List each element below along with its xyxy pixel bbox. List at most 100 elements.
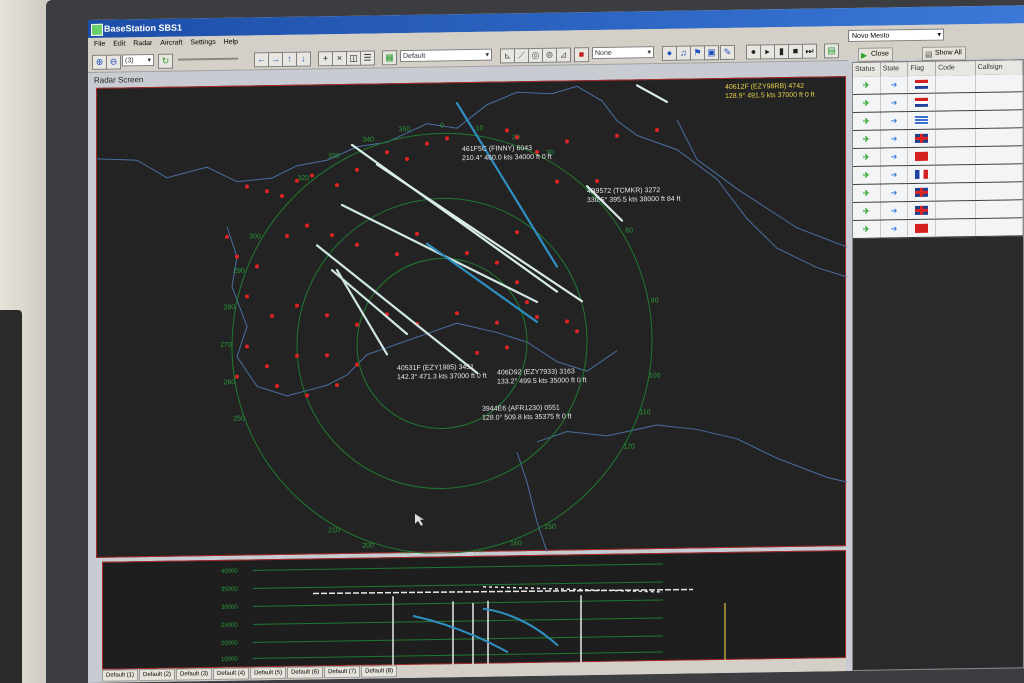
columns-icon[interactable]: ◫ <box>346 50 361 66</box>
tab-default-2[interactable]: Default (2) <box>139 668 176 682</box>
aircraft-list[interactable]: Status State Flag Code Callsign ✈ ➜ ✈ ➜ ✈ ➜ ✈ ➜… <box>852 59 1024 671</box>
map-icon[interactable]: ▤ <box>824 43 839 59</box>
status-plane-icon: ✈ <box>853 112 881 130</box>
aircraft-label[interactable]: 406D92 (EZY7933) 3163 <box>497 368 575 376</box>
menu-help[interactable]: Help <box>224 39 238 46</box>
skip-icon[interactable]: ⏭ <box>802 43 817 59</box>
column-status[interactable]: Status <box>853 62 881 77</box>
waypoint-marker <box>245 344 249 349</box>
ruler2-icon[interactable]: ⊿ <box>556 47 571 63</box>
show-all-button[interactable]: ▤ Show All <box>922 46 966 61</box>
zoom-select[interactable]: (3) <box>122 53 154 67</box>
state-arrow-icon: ➜ <box>880 202 909 220</box>
pan-down-icon[interactable]: ↓ <box>296 51 311 67</box>
radar-map[interactable]: 3403500102030608010011012015016017018019… <box>96 77 848 562</box>
waypoint-marker <box>270 314 274 319</box>
column-state[interactable]: State <box>880 62 909 77</box>
record-icon[interactable]: ● <box>746 44 761 60</box>
stop-icon[interactable]: ■ <box>788 43 803 60</box>
tab-default-4[interactable]: Default (4) <box>213 667 250 681</box>
alert-icon[interactable]: ⚑ <box>690 45 705 61</box>
rows-icon[interactable]: ☰ <box>360 50 375 66</box>
waypoint-marker <box>355 242 359 247</box>
waypoint-marker <box>275 384 279 389</box>
add-icon[interactable]: + <box>318 51 333 67</box>
column-code[interactable]: Code <box>936 61 976 76</box>
globe-icon[interactable]: ● <box>662 45 677 61</box>
plot-icon[interactable]: ⟋ <box>514 48 529 64</box>
country-flag-icon <box>915 115 929 126</box>
waypoint-marker <box>405 156 409 161</box>
waypoint-marker <box>495 260 499 265</box>
menu-edit[interactable]: Edit <box>113 40 125 47</box>
tab-default-7[interactable]: Default (7) <box>324 665 361 679</box>
menu-settings[interactable]: Settings <box>190 39 215 46</box>
pan-up-icon[interactable]: ↑ <box>282 51 297 67</box>
profile-select[interactable]: Default <box>400 48 492 63</box>
app-icon <box>91 23 103 36</box>
aircraft-label[interactable]: 461F5C (FINNY) 6043 <box>462 145 532 153</box>
color-icon[interactable]: ■ <box>574 47 589 63</box>
code-cell <box>936 93 976 111</box>
tab-default-5[interactable]: Default (5) <box>250 666 287 680</box>
menu-aircraft[interactable]: Aircraft <box>160 40 182 47</box>
sound-icon[interactable]: ♫ <box>676 45 691 61</box>
tab-default-8[interactable]: Default (8) <box>361 665 398 678</box>
waypoint-marker <box>595 179 599 184</box>
close-button[interactable]: ▶ Close <box>858 47 893 62</box>
pan-left-icon[interactable]: ← <box>254 52 269 68</box>
capture-icon[interactable]: ▣ <box>704 45 719 61</box>
aircraft-label[interactable]: 4B9572 (TCMKR) 3272 <box>587 187 660 195</box>
tab-default-1[interactable]: Default (1) <box>102 669 139 682</box>
callsign-cell <box>975 128 1023 147</box>
waypoint-marker <box>385 150 389 155</box>
altitude-label: 10000 <box>221 657 238 663</box>
altitude-profile: 40000 35000 30000 25000 20000 10000 <box>221 563 726 667</box>
delete-icon[interactable]: × <box>332 50 347 67</box>
altitude-panel[interactable]: 40000 35000 30000 25000 20000 10000 <box>102 550 846 670</box>
ruler-icon[interactable]: ⊾ <box>500 48 515 64</box>
abc-icon[interactable]: ✎ <box>720 44 735 61</box>
radar-screen[interactable]: 3403500102030608010011012015016017018019… <box>96 76 848 562</box>
column-callsign[interactable]: Callsign <box>975 60 1024 76</box>
waypoint-marker <box>255 264 259 269</box>
zoom-slider[interactable] <box>178 57 238 61</box>
pause-icon[interactable]: ▮ <box>774 43 789 60</box>
flag-cell <box>908 147 937 166</box>
tab-default-3[interactable]: Default (3) <box>176 668 213 681</box>
aircraft-label[interactable]: 40531F (EZY1985) 3451 <box>397 364 474 372</box>
pan-right-icon[interactable]: → <box>268 51 283 68</box>
waypoints <box>225 128 659 398</box>
flight-track <box>425 242 539 324</box>
aircraft-list-row[interactable]: ✈ ➜ <box>853 218 1023 239</box>
flight-track <box>455 102 559 268</box>
target-icon[interactable]: ◎ <box>528 47 543 64</box>
zoom-out-icon[interactable]: ⊖ <box>106 54 121 70</box>
waypoint-marker <box>335 183 339 188</box>
waypoint-marker <box>265 189 269 194</box>
refresh-icon[interactable]: ↻ <box>158 53 173 69</box>
waypoint-marker <box>245 184 249 189</box>
tab-default-6[interactable]: Default (6) <box>287 666 324 679</box>
bearing-label: 270 <box>220 342 232 349</box>
waypoint-marker <box>535 314 539 319</box>
play-icon[interactable]: ▸ <box>760 44 775 60</box>
aircraft-label[interactable]: 40612F (EZY98RB) 4742 <box>725 83 804 91</box>
column-flag[interactable]: Flag <box>908 61 937 77</box>
flag-cell <box>908 165 937 184</box>
menu-file[interactable]: File <box>94 41 105 48</box>
menu-radar[interactable]: Radar <box>133 40 152 47</box>
flight-track <box>375 163 584 303</box>
zoom-in-icon[interactable]: ⊕ <box>92 54 107 70</box>
waypoint-marker <box>575 329 579 334</box>
bearing-label: 120 <box>623 443 635 450</box>
aircraft-label[interactable]: 3944E6 (AFR1230) 0551 <box>482 405 560 413</box>
filter-select[interactable]: None <box>592 46 654 60</box>
location-select[interactable]: Novo Mesto <box>848 28 944 43</box>
bearing-label: 200 <box>362 543 374 550</box>
bearing-label: 10 <box>476 125 484 132</box>
altitude-track <box>312 588 694 595</box>
trail-icon[interactable]: ⊚ <box>542 47 557 63</box>
status-plane-icon: ✈ <box>853 94 881 112</box>
grid-icon[interactable]: ▦ <box>382 50 397 66</box>
